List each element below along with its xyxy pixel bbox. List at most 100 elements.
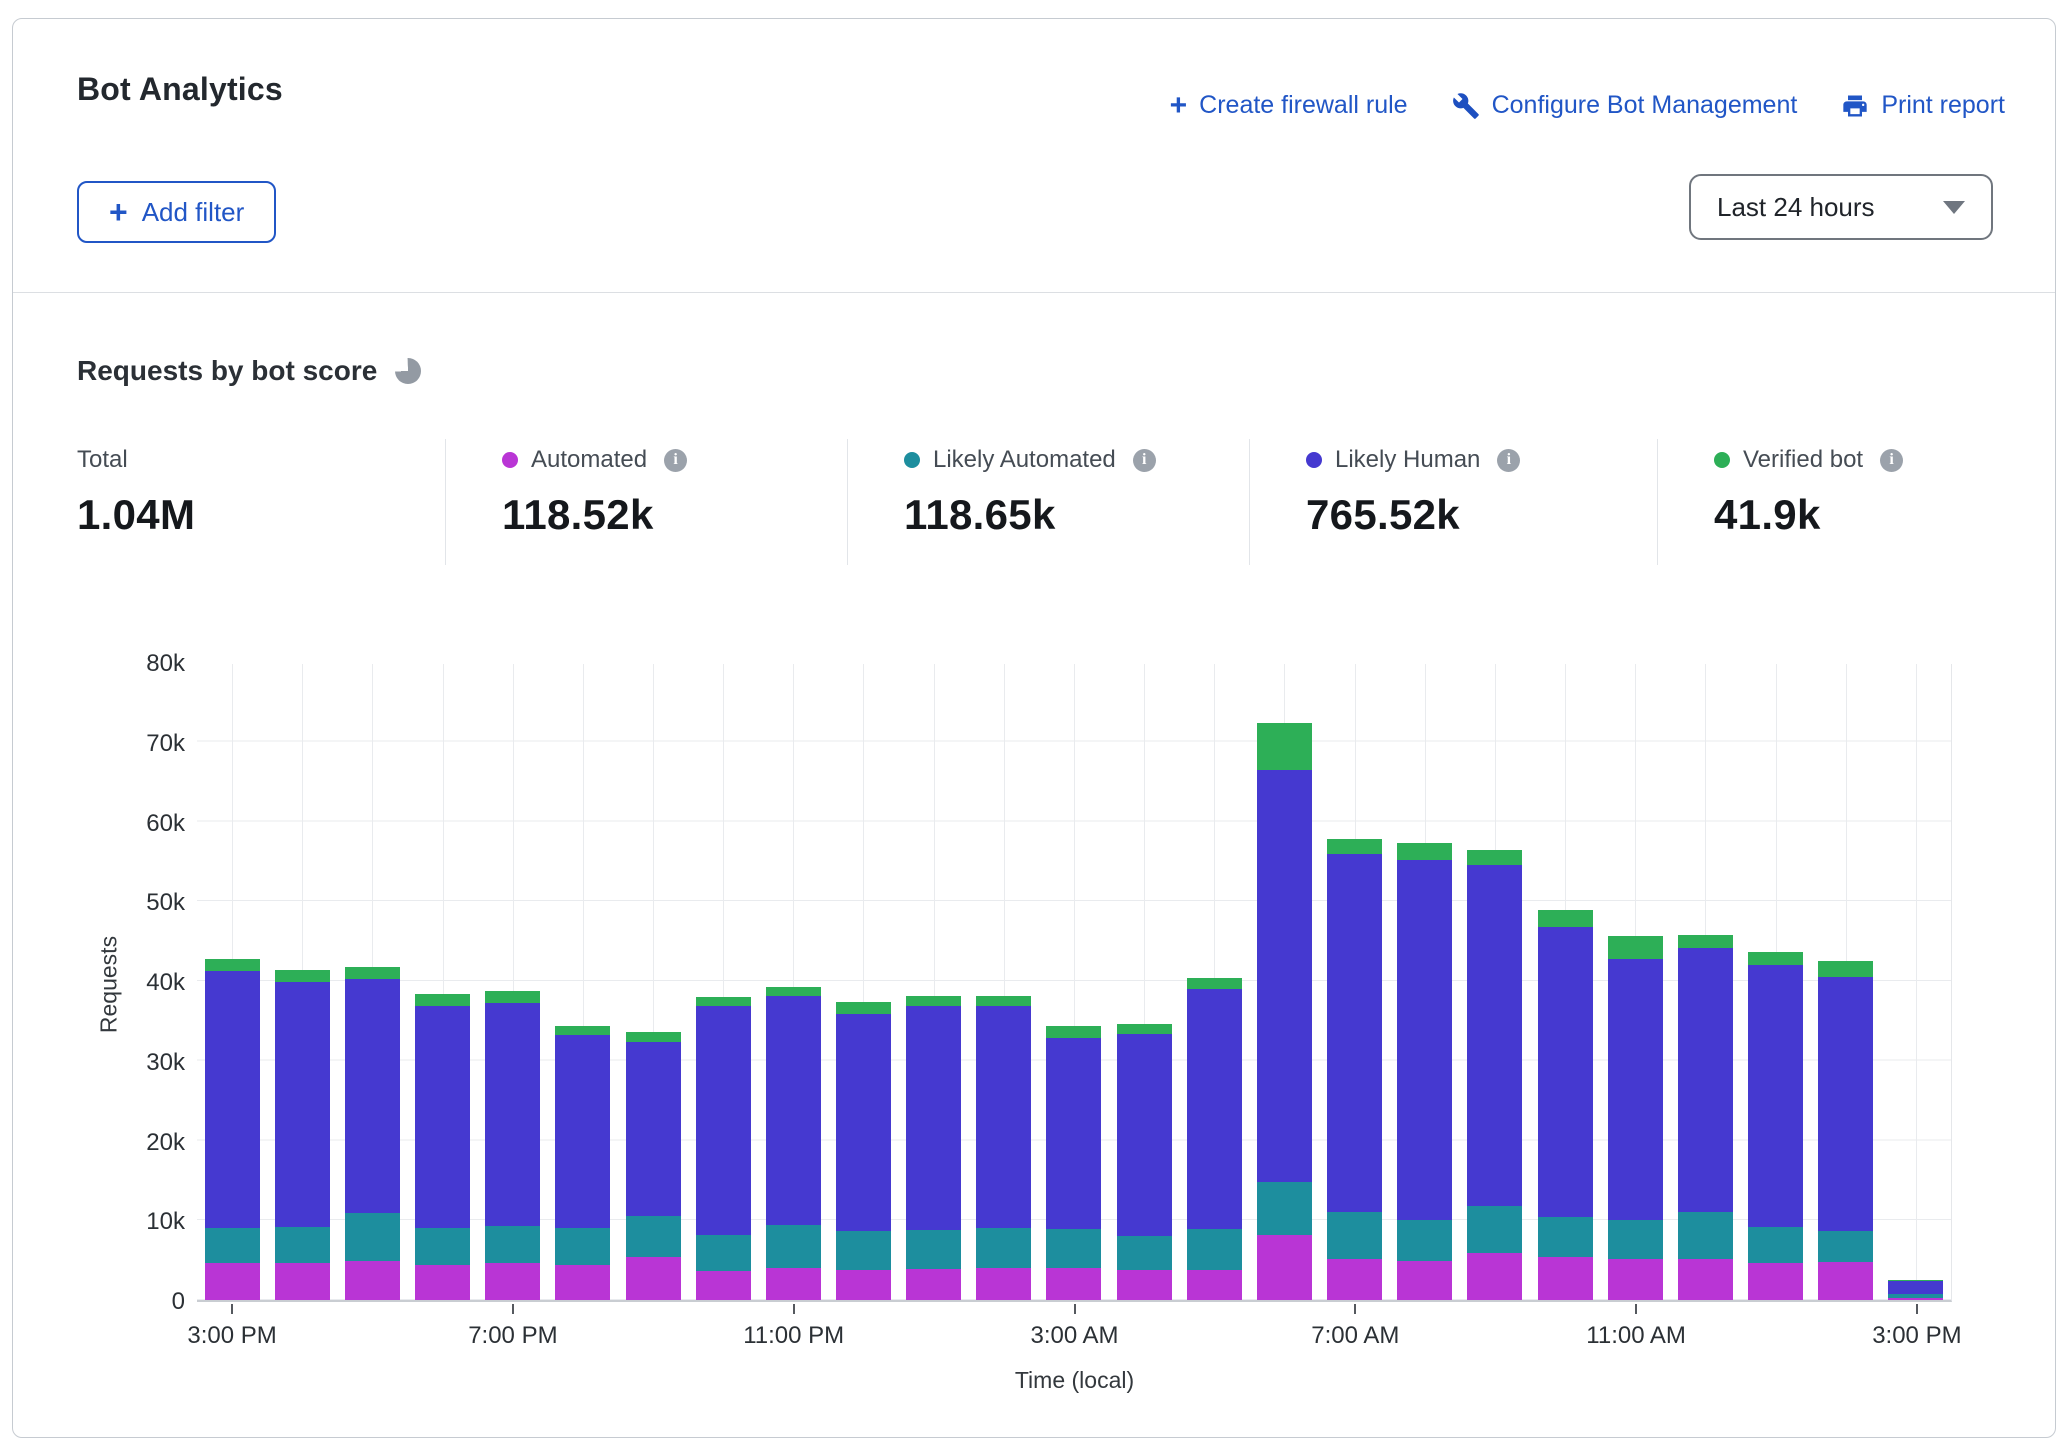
pie-chart-icon <box>395 358 421 384</box>
bar-segment-likely-human <box>836 1014 891 1232</box>
stat-verified-bot-value: 41.9k <box>1714 491 1987 539</box>
info-icon[interactable]: i <box>1880 449 1903 472</box>
stat-likely-automated-value: 118.65k <box>904 491 1249 539</box>
bar-segment-automated <box>345 1261 400 1300</box>
time-range-dropdown[interactable]: Last 24 hours <box>1689 174 1993 240</box>
bar-segment-automated <box>976 1268 1031 1300</box>
bar-segment-likely-automated <box>1046 1229 1101 1268</box>
bar-segment-likely-automated <box>1187 1229 1242 1270</box>
bar-400pm[interactable] <box>275 970 330 1300</box>
bar-700pm[interactable] <box>485 991 540 1300</box>
chart-band <box>1179 664 1249 1300</box>
bar-segment-likely-human <box>555 1035 610 1228</box>
bar-100am[interactable] <box>906 996 961 1300</box>
create-firewall-rule-link[interactable]: + Create firewall rule <box>1170 91 1408 120</box>
bar-segment-automated <box>205 1263 260 1300</box>
bar-segment-likely-automated <box>1678 1212 1733 1259</box>
bar-segment-verified-bot <box>555 1026 610 1035</box>
bar-300am[interactable] <box>1046 1026 1101 1300</box>
bar-300pm[interactable] <box>1888 1280 1943 1300</box>
chart-band <box>1670 664 1740 1300</box>
bar-segment-likely-automated <box>696 1235 751 1271</box>
bar-100pm[interactable] <box>1748 952 1803 1300</box>
bar-segment-verified-bot <box>626 1032 681 1042</box>
bar-segment-verified-bot <box>1327 839 1382 854</box>
bar-segment-likely-automated <box>1748 1227 1803 1262</box>
chart-band <box>1881 664 1951 1300</box>
bar-segment-verified-bot <box>205 959 260 971</box>
add-filter-label: Add filter <box>142 197 245 228</box>
bar-1100am[interactable] <box>1608 936 1663 1300</box>
bar-segment-likely-human <box>976 1006 1031 1229</box>
chart-band <box>478 664 548 1300</box>
y-tick-label: 50k <box>101 889 185 917</box>
bar-segment-automated <box>1748 1263 1803 1301</box>
section-title-row: Requests by bot score <box>77 355 421 387</box>
info-icon[interactable]: i <box>1497 449 1520 472</box>
bar-1000pm[interactable] <box>696 997 751 1300</box>
bar-segment-automated <box>275 1263 330 1301</box>
bar-segment-likely-automated <box>415 1228 470 1265</box>
stat-total: Total 1.04M <box>77 439 445 565</box>
bar-900pm[interactable] <box>626 1032 681 1300</box>
bar-segment-automated <box>1818 1262 1873 1300</box>
info-icon[interactable]: i <box>664 449 687 472</box>
x-tick-label: 3:00 AM <box>995 1322 1155 1350</box>
bar-segment-verified-bot <box>1678 935 1733 949</box>
stat-automated: Automated i 118.52k <box>445 439 847 565</box>
chart-band <box>197 664 267 1300</box>
bar-1200am[interactable] <box>836 1002 891 1300</box>
bar-segment-likely-human <box>275 982 330 1227</box>
configure-bot-management-link[interactable]: Configure Bot Management <box>1452 91 1798 120</box>
bar-1200pm[interactable] <box>1678 935 1733 1300</box>
chart-band <box>969 664 1039 1300</box>
bar-1000am[interactable] <box>1538 910 1593 1300</box>
bar-segment-automated <box>1327 1259 1382 1300</box>
bar-300pm[interactable] <box>205 959 260 1300</box>
stats-row: Total 1.04M Automated i 118.52k Likely A… <box>77 439 1987 565</box>
bar-200am[interactable] <box>976 996 1031 1300</box>
chart-band <box>1109 664 1179 1300</box>
chart-band <box>337 664 407 1300</box>
bar-500pm[interactable] <box>345 967 400 1300</box>
stat-likely-automated: Likely Automated i 118.65k <box>847 439 1249 565</box>
y-tick-label: 80k <box>101 650 185 678</box>
bar-segment-automated <box>1046 1268 1101 1300</box>
bar-segment-likely-human <box>1187 989 1242 1229</box>
bar-800pm[interactable] <box>555 1026 610 1300</box>
bar-segment-likely-automated <box>836 1231 891 1269</box>
bar-segment-automated <box>696 1271 751 1300</box>
bar-900am[interactable] <box>1467 850 1522 1300</box>
chart-band <box>828 664 898 1300</box>
time-range-value: Last 24 hours <box>1717 192 1943 223</box>
bar-500am[interactable] <box>1187 978 1242 1300</box>
bar-segment-likely-human <box>1117 1034 1172 1236</box>
x-tick-label: 3:00 PM <box>1837 1322 1997 1350</box>
bar-400am[interactable] <box>1117 1024 1172 1300</box>
stat-verified-bot-label: Verified bot <box>1743 446 1863 474</box>
x-tickmark <box>1074 1304 1076 1314</box>
bar-1100pm[interactable] <box>766 987 821 1300</box>
bar-segment-likely-automated <box>1327 1212 1382 1259</box>
x-tick-label: 3:00 PM <box>152 1322 312 1350</box>
plus-icon: + <box>109 200 128 225</box>
bar-700am[interactable] <box>1327 839 1382 1300</box>
bar-segment-likely-human <box>906 1006 961 1230</box>
x-tickmark <box>1635 1304 1637 1314</box>
print-report-link[interactable]: Print report <box>1841 91 2005 120</box>
bar-segment-verified-bot <box>1467 850 1522 865</box>
bar-segment-verified-bot <box>1046 1026 1101 1037</box>
bar-segment-likely-human <box>696 1006 751 1236</box>
chart-band <box>1320 664 1390 1300</box>
add-filter-button[interactable]: + Add filter <box>77 181 276 243</box>
bar-600pm[interactable] <box>415 994 470 1300</box>
header-divider <box>13 292 2055 293</box>
bar-200pm[interactable] <box>1818 961 1873 1300</box>
bar-segment-verified-bot <box>1397 843 1452 860</box>
x-axis-ticks: 3:00 PM7:00 PM11:00 PM3:00 AM7:00 AM11:0… <box>197 1304 1952 1364</box>
bar-600am[interactable] <box>1257 723 1312 1300</box>
bar-segment-automated <box>766 1268 821 1300</box>
x-tick-label: 11:00 PM <box>714 1322 874 1350</box>
info-icon[interactable]: i <box>1133 449 1156 472</box>
bar-800am[interactable] <box>1397 843 1452 1300</box>
